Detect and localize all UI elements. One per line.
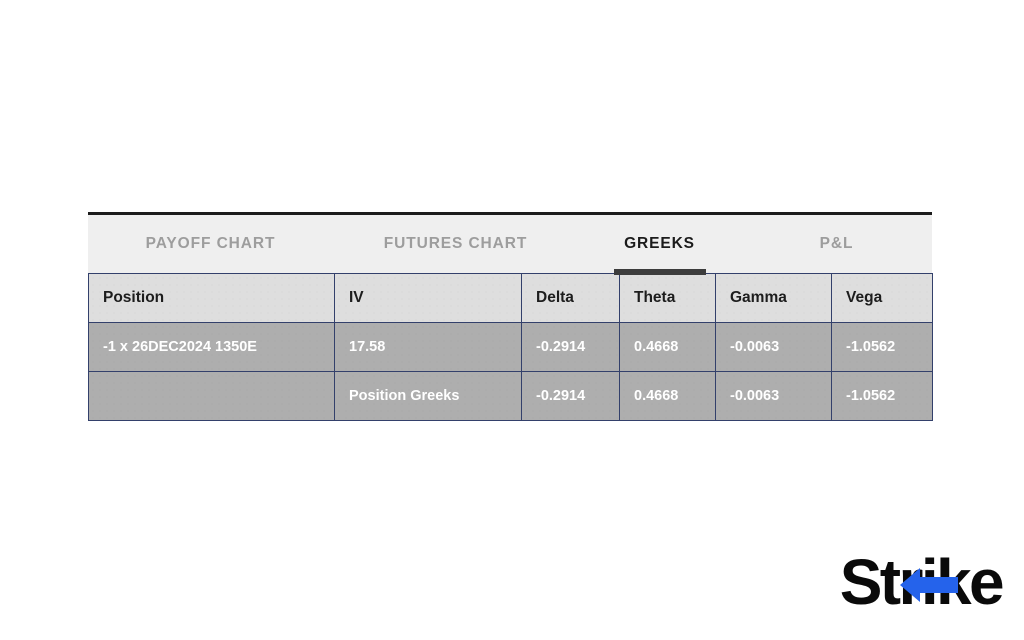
tab-greeks[interactable]: GREEKS <box>578 214 741 275</box>
table-header-row: Position IV Delta Theta Gamma Vega <box>88 273 933 323</box>
cell-position: -1 x 26DEC2024 1350E <box>88 322 335 372</box>
strike-logo: Strike <box>790 544 1005 620</box>
greeks-table: Position IV Delta Theta Gamma Vega -1 x … <box>88 273 933 421</box>
active-tab-underline <box>613 268 706 275</box>
tab-pnl[interactable]: P&L <box>741 214 932 275</box>
cell-gamma: -0.0063 <box>715 322 832 372</box>
cell-vega: -1.0562 <box>831 322 933 372</box>
table-row[interactable]: -1 x 26DEC2024 1350E 17.58 -0.2914 0.466… <box>88 322 933 372</box>
tab-payoff-chart[interactable]: PAYOFF CHART <box>88 214 333 275</box>
tab-pnl-label: P&L <box>819 235 854 252</box>
cell-delta: -0.2914 <box>521 371 620 421</box>
column-header-gamma: Gamma <box>715 273 832 323</box>
tab-futures-chart-label: FUTURES CHART <box>383 235 528 252</box>
tab-greeks-label: GREEKS <box>624 235 695 252</box>
tab-futures-chart[interactable]: FUTURES CHART <box>333 214 578 275</box>
tab-bar: PAYOFF CHART FUTURES CHART GREEKS P&L <box>88 212 932 275</box>
column-header-position: Position <box>88 273 335 323</box>
strike-logo-wordmark: Strike <box>839 546 1005 618</box>
column-header-iv: IV <box>334 273 522 323</box>
cell-theta: 0.4668 <box>619 322 716 372</box>
cell-gamma: -0.0063 <box>715 371 832 421</box>
cell-iv: 17.58 <box>334 322 522 372</box>
cell-delta: -0.2914 <box>521 322 620 372</box>
cell-theta: 0.4668 <box>619 371 716 421</box>
cell-iv: Position Greeks <box>334 371 522 421</box>
column-header-theta: Theta <box>619 273 716 323</box>
column-header-delta: Delta <box>521 273 620 323</box>
cell-position <box>88 371 335 421</box>
cell-vega: -1.0562 <box>831 371 933 421</box>
tab-payoff-chart-label: PAYOFF CHART <box>145 235 276 252</box>
column-header-vega: Vega <box>831 273 933 323</box>
table-row[interactable]: Position Greeks -0.2914 0.4668 -0.0063 -… <box>88 371 933 421</box>
greeks-widget: PAYOFF CHART FUTURES CHART GREEKS P&L Po… <box>88 212 933 421</box>
